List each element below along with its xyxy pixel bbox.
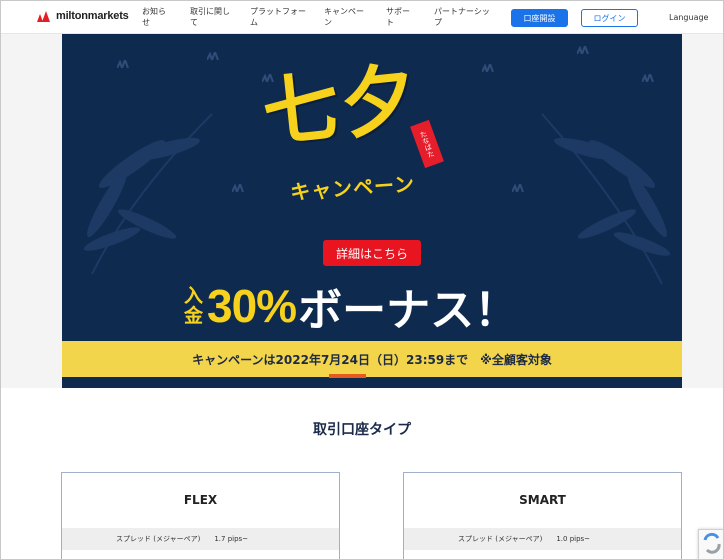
bonus-headline: 入 金 30% ボーナス！ (184, 274, 518, 338)
campaign-banner[interactable]: 七夕 たなばた キャンペーン 詳細はこちら 入 金 30% ボーナス！ キャンペ… (62, 34, 682, 388)
bamboo-right-icon (541, 113, 671, 285)
campaign-label: キャンペーン (289, 171, 416, 205)
spread-label: スプレッド (メジャーペア) (116, 535, 201, 543)
bonus-prefix: 入 金 (184, 286, 203, 326)
recaptcha-badge[interactable] (698, 529, 723, 559)
open-account-button[interactable]: 口座開設 (511, 9, 568, 27)
account-card-title: SMART (519, 493, 566, 507)
bonus-prefix-2: 金 (184, 305, 204, 327)
login-button[interactable]: ログイン (581, 9, 638, 27)
page: miltonmarkets お知らせ 取引に関して プラットフォーム キャンペー… (0, 0, 724, 560)
bonus-percent: 30% (207, 280, 297, 332)
tanabata-title: 七夕 (258, 53, 423, 158)
account-card-flex[interactable]: FLEX スプレッド (メジャーペア) 1.7 pips~ (61, 472, 340, 559)
watermark-logo-icon (232, 184, 244, 192)
spread-row: スプレッド (メジャーペア) 1.0 pips~ (404, 528, 681, 550)
nav-platform[interactable]: プラットフォーム (250, 6, 306, 28)
spread-value: 1.0 pips~ (556, 535, 591, 543)
bonus-text: ボーナス！ (298, 285, 519, 336)
nav-campaign[interactable]: キャンペーン (324, 6, 366, 28)
watermark-logo-icon (117, 60, 129, 68)
slide-indicator[interactable] (329, 374, 366, 378)
spread-value: 1.7 pips~ (214, 535, 249, 543)
nav-news[interactable]: お知らせ (142, 6, 172, 28)
watermark-logo-icon (577, 46, 589, 54)
account-card-smart[interactable]: SMART スプレッド (メジャーペア) 1.0 pips~ (403, 472, 682, 559)
bonus-prefix-1: 入 (184, 285, 204, 307)
spread-row: スプレッド (メジャーペア) 1.7 pips~ (62, 528, 339, 550)
logo-mark-icon (37, 10, 50, 22)
site-logo[interactable]: miltonmarkets (37, 10, 129, 22)
language-selector[interactable]: Language (669, 13, 708, 22)
details-button[interactable]: 詳細はこちら (323, 240, 421, 266)
account-types-heading: 取引口座タイプ (313, 422, 411, 438)
watermark-logo-icon (642, 74, 654, 82)
watermark-logo-icon (512, 184, 524, 192)
site-header: miltonmarkets お知らせ 取引に関して プラットフォーム キャンペー… (1, 1, 723, 34)
logo-text: miltonmarkets (56, 10, 129, 22)
nav-support[interactable]: サポート (386, 6, 416, 28)
watermark-logo-icon (207, 52, 219, 60)
spread-label: スプレッド (メジャーペア) (458, 535, 543, 543)
watermark-logo-icon (482, 64, 494, 72)
nav-trading[interactable]: 取引に関して (190, 6, 232, 28)
bamboo-left-icon (83, 113, 213, 275)
account-card-title: FLEX (183, 493, 218, 507)
recaptcha-icon (703, 532, 721, 554)
nav-partnership[interactable]: パートナーシップ (434, 6, 490, 28)
campaign-deadline: キャンペーンは2022年7月24日（日）23:59まで ※全顧客対象 (62, 341, 682, 377)
